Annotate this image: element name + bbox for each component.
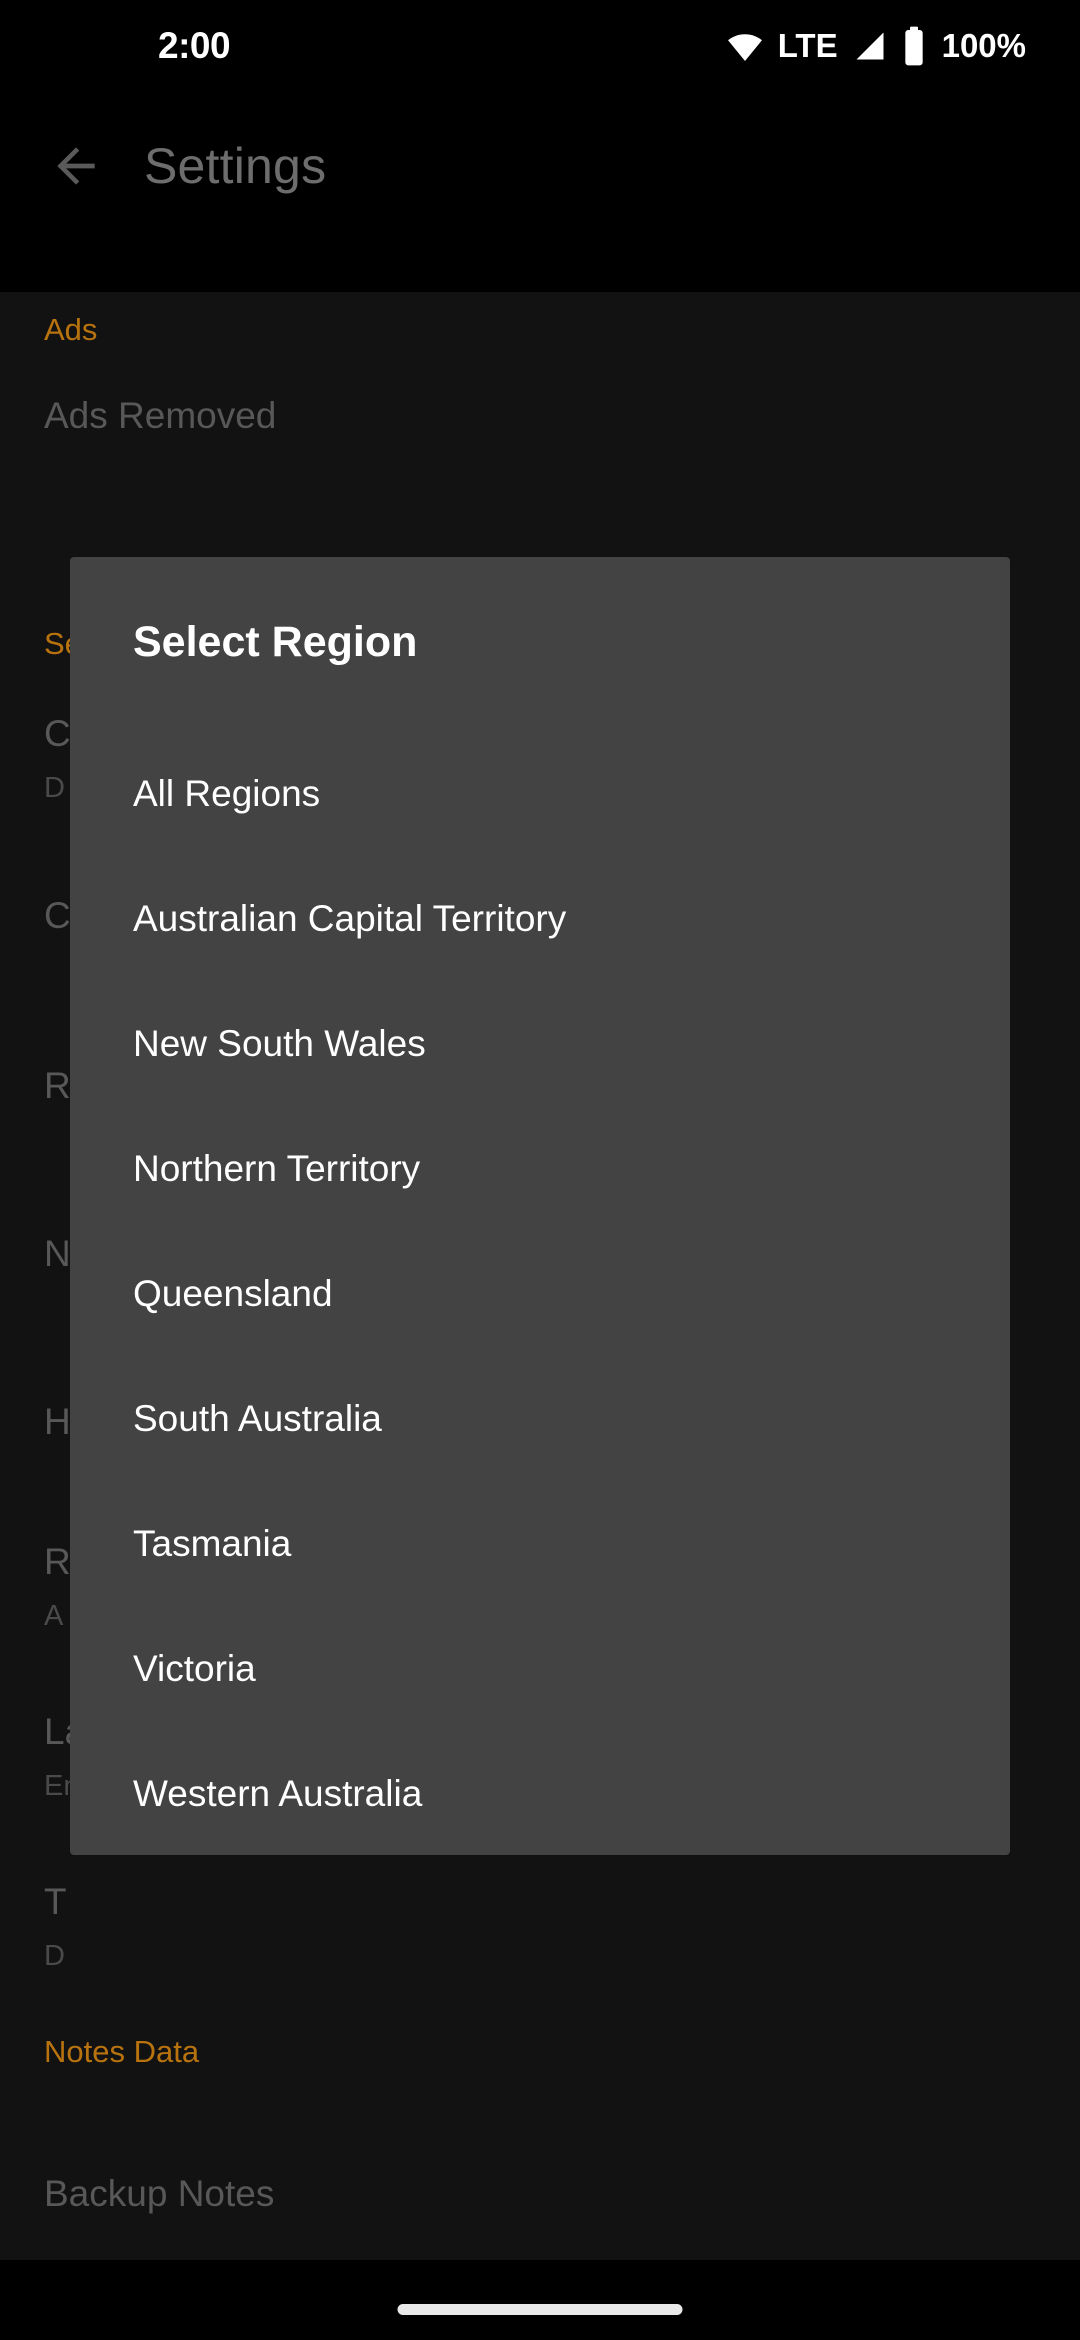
- settings-section-header: Notes Data: [44, 2034, 200, 2069]
- settings-row-title[interactable]: N: [44, 1232, 71, 1276]
- settings-row-title[interactable]: T: [44, 1880, 67, 1924]
- status-bar: 2:00 LTE 100%: [0, 0, 1080, 92]
- region-option-item[interactable]: Tasmania: [70, 1481, 1010, 1606]
- settings-row-title[interactable]: H: [44, 1400, 71, 1444]
- region-option-label: Northern Territory: [133, 1147, 421, 1189]
- cellular-signal-icon: [856, 32, 884, 60]
- settings-row-title[interactable]: R: [44, 1540, 71, 1584]
- select-region-dialog: Select Region All Regions Australian Capi…: [70, 557, 1010, 1855]
- app-bar: Settings: [0, 92, 1080, 292]
- home-gesture-indicator[interactable]: [397, 2304, 683, 2315]
- network-type-label: LTE: [777, 27, 838, 64]
- region-option-list: All Regions Australian Capital Territory N…: [70, 731, 1010, 1855]
- region-option-item[interactable]: Australian Capital Territory: [70, 856, 1010, 981]
- status-bar-icons: LTE 100%: [726, 24, 1026, 68]
- settings-row-title[interactable]: Ads Removed: [44, 394, 276, 438]
- settings-row-subtitle: D: [44, 1940, 65, 1972]
- region-option-label: Western Australia: [133, 1772, 423, 1814]
- phone-screen: 2:00 LTE 100% Settings Ads Ads Removed Se C…: [0, 0, 1080, 2340]
- region-option-item[interactable]: South Australia: [70, 1356, 1010, 1481]
- region-option-label: Tasmania: [133, 1522, 292, 1564]
- region-option-item[interactable]: New South Wales: [70, 981, 1010, 1106]
- settings-section-header: Ads: [44, 312, 98, 347]
- wifi-icon: [727, 34, 762, 62]
- settings-row-title[interactable]: Backup Notes: [44, 2172, 274, 2216]
- status-bar-clock: 2:00: [158, 25, 231, 66]
- settings-row-title[interactable]: R: [44, 1064, 71, 1108]
- navigation-bar: [0, 2260, 1080, 2340]
- region-option-label: New South Wales: [133, 1022, 426, 1064]
- region-option-label: All Regions: [133, 772, 321, 814]
- region-option-item[interactable]: Queensland: [70, 1231, 1010, 1356]
- battery-full-icon: [904, 26, 923, 66]
- back-arrow-icon[interactable]: [48, 138, 104, 194]
- region-option-label: South Australia: [133, 1397, 382, 1439]
- region-option-label: Queensland: [133, 1272, 333, 1314]
- dialog-title: Select Region: [133, 618, 418, 666]
- region-option-label: Australian Capital Territory: [133, 897, 567, 939]
- settings-row-subtitle: A: [44, 1600, 64, 1632]
- region-option-item[interactable]: Western Australia: [70, 1731, 1010, 1855]
- region-option-item[interactable]: Victoria: [70, 1606, 1010, 1731]
- battery-percentage-label: 100%: [941, 27, 1026, 64]
- region-option-item[interactable]: Northern Territory: [70, 1106, 1010, 1231]
- settings-row-subtitle: D: [44, 772, 65, 804]
- settings-row-title[interactable]: C: [44, 712, 71, 756]
- region-option-label: Victoria: [133, 1647, 256, 1689]
- settings-row-title[interactable]: C: [44, 894, 71, 938]
- region-option-item[interactable]: All Regions: [70, 731, 1010, 856]
- page-title: Settings: [144, 138, 327, 194]
